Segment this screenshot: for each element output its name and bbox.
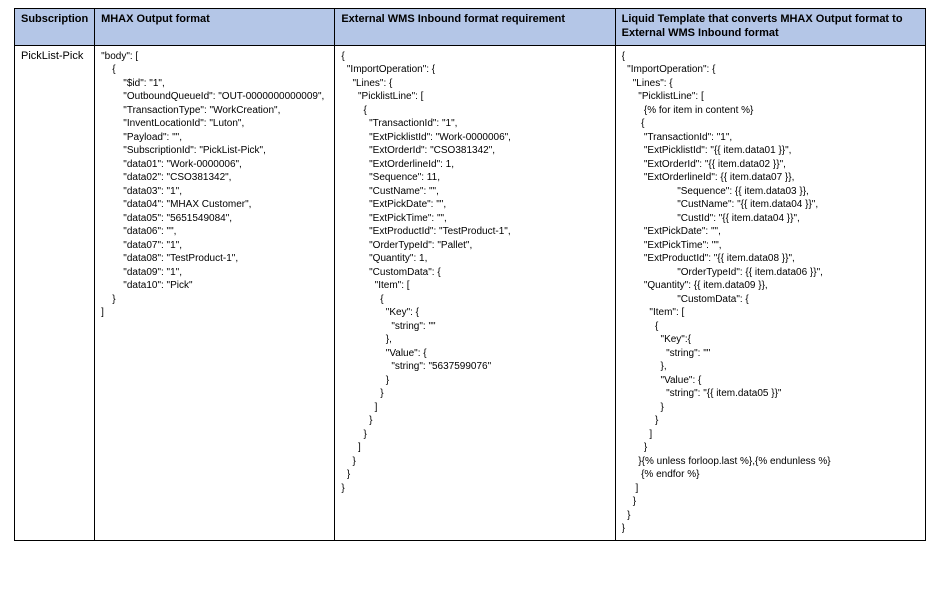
table-row: PickList-Pick "body": [ { "$id": "1", "O…	[15, 45, 926, 540]
cell-subscription: PickList-Pick	[15, 45, 95, 540]
page: Subscription MHAX Output format External…	[0, 0, 940, 590]
cell-mhax-output: "body": [ { "$id": "1", "OutboundQueueId…	[95, 45, 335, 540]
external-wms-code: { "ImportOperation": { "Lines": { "Pickl…	[341, 50, 608, 496]
liquid-template-code: { "ImportOperation": { "Lines": { "Pickl…	[622, 50, 919, 536]
cell-external-wms: { "ImportOperation": { "Lines": { "Pickl…	[335, 45, 615, 540]
header-row: Subscription MHAX Output format External…	[15, 9, 926, 46]
mhax-output-code: "body": [ { "$id": "1", "OutboundQueueId…	[101, 50, 328, 320]
header-subscription: Subscription	[15, 9, 95, 46]
format-mapping-table: Subscription MHAX Output format External…	[14, 8, 926, 541]
header-mhax-output: MHAX Output format	[95, 9, 335, 46]
header-external-wms: External WMS Inbound format requirement	[335, 9, 615, 46]
cell-liquid-template: { "ImportOperation": { "Lines": { "Pickl…	[615, 45, 925, 540]
header-liquid-template: Liquid Template that converts MHAX Outpu…	[615, 9, 925, 46]
